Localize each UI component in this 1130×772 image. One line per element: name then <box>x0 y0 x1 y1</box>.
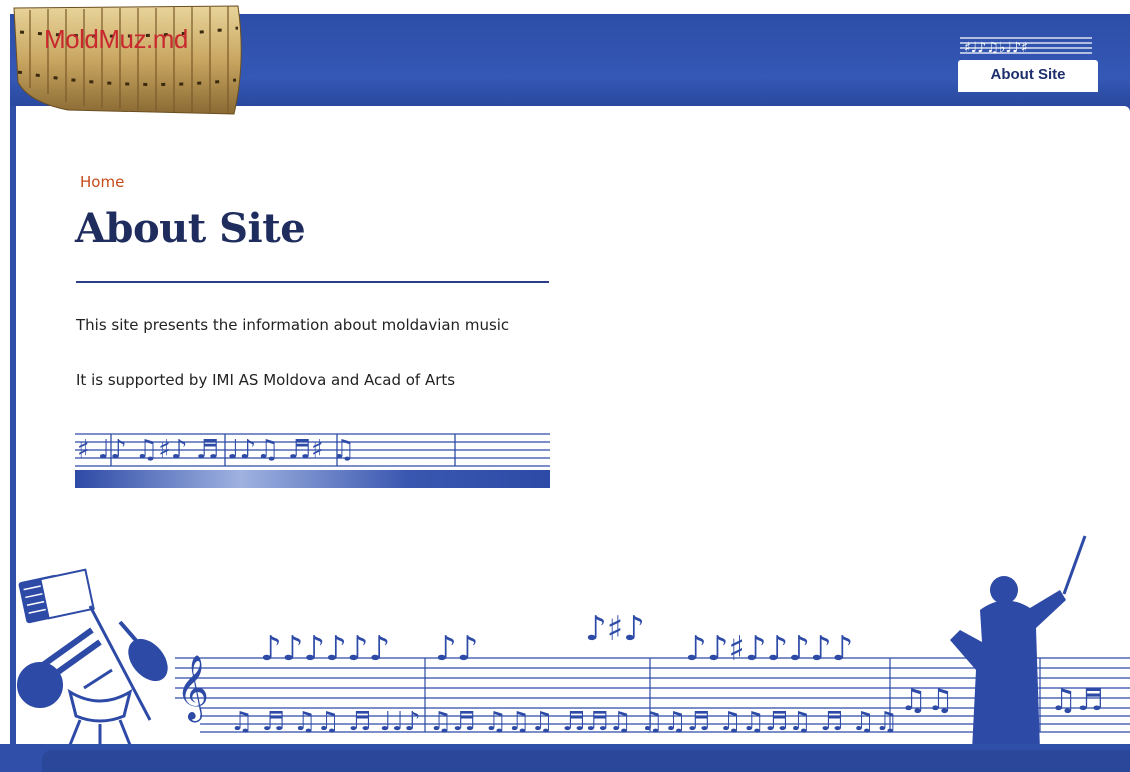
drum-icon <box>67 668 133 746</box>
tab-about-site-label: About Site <box>990 66 1066 83</box>
page-title: About Site <box>75 205 306 252</box>
svg-text:♯ ♩♪ ♫♯♪ ♬ ♩♪♫ ♬♯ ♫: ♯ ♩♪ ♫♯♪ ♬ ♩♪♫ ♬♯ ♫ <box>77 435 355 465</box>
svg-text:♫♫: ♫♫ <box>900 683 954 718</box>
support-paragraph: It is supported by IMI AS Moldova and Ac… <box>76 371 456 389</box>
breadcrumb-home[interactable]: Home <box>80 173 124 191</box>
music-staff-banner: ♯ ♩♪ ♫♯♪ ♬ ♩♪♫ ♬♯ ♫ <box>75 433 550 488</box>
svg-text:♯♩♪♫♭♩♪♯: ♯♩♪♫♭♩♪♯ <box>964 40 1028 56</box>
title-divider <box>76 281 549 283</box>
music-staff-icon: ♯♩♪♫♭♩♪♯ <box>960 37 1092 56</box>
svg-text:♪♪♪♪♪♪: ♪♪♪♪♪♪ <box>260 629 390 669</box>
svg-text:𝄞: 𝄞 <box>176 655 209 722</box>
trombone-icon <box>17 627 102 708</box>
footer-bar <box>0 744 1130 772</box>
site-logo[interactable] <box>8 2 248 120</box>
svg-text:♪♪: ♪♪ <box>435 629 478 669</box>
svg-text:♫ ♬ ♫♫ ♬ ♩♩♪ ♫♬ ♫♫♫ ♬♬♫ ♫♫♬ ♫♫: ♫ ♬ ♫♫ ♬ ♩♩♪ ♫♬ ♫♫♫ ♬♬♫ ♫♫♬ ♫♫♬♫ ♬ ♫♫ <box>230 707 898 737</box>
footer-inner <box>42 750 1130 772</box>
accordion-icon <box>18 568 95 624</box>
svg-text:♪♯♪: ♪♯♪ <box>585 609 645 649</box>
site-logo-text[interactable]: MoldMuz.md <box>44 24 188 55</box>
tab-about-site[interactable]: About Site <box>958 60 1098 92</box>
footer-illustration: 𝄞 ♪♪♪♪♪♪ ♪♪ ♪♯♪ ♪♪♯♪♪♪♪♪ ♫ ♬ ♫♫ ♬ ♩♩♪ ♫♬… <box>17 535 1130 750</box>
svg-text:♪♪♯♪♪♪♪♪: ♪♪♯♪♪♪♪♪ <box>685 629 853 669</box>
pan-flute-logo <box>13 5 242 115</box>
intro-paragraph: This site presents the information about… <box>76 316 510 334</box>
svg-text:♫♬: ♫♬ <box>1050 683 1104 718</box>
